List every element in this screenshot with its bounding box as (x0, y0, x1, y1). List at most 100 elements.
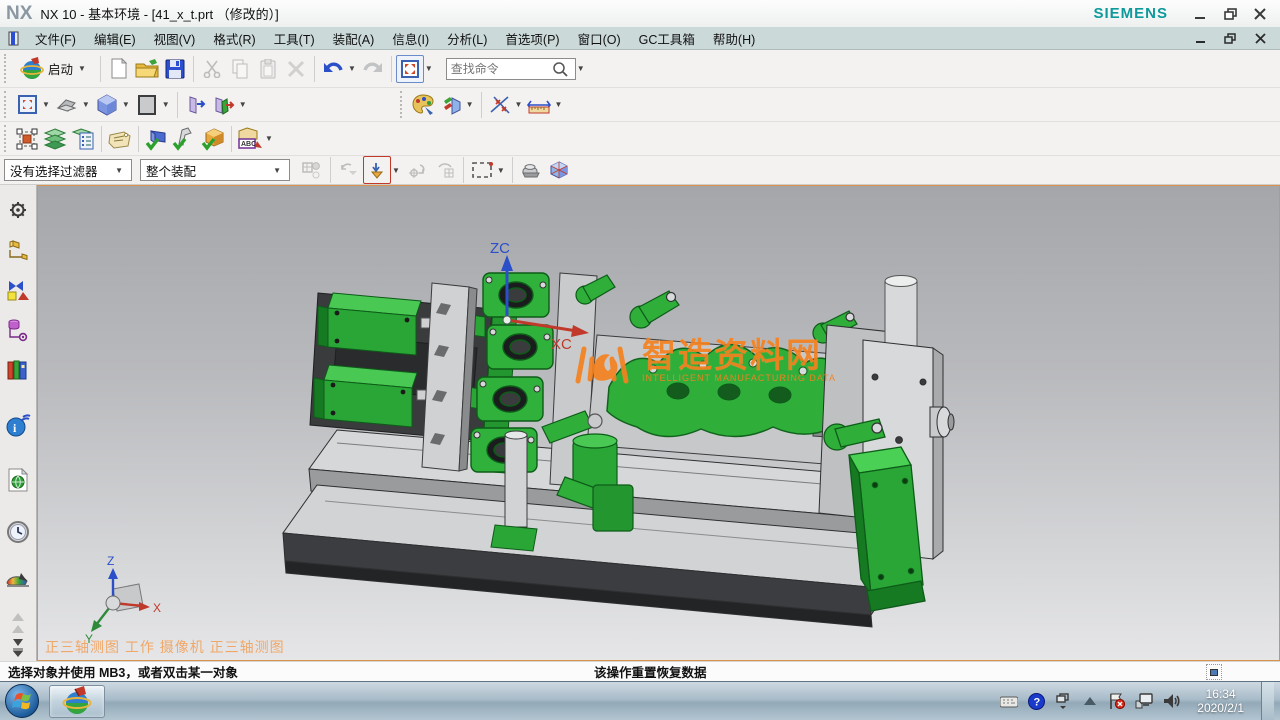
background-button[interactable] (133, 91, 161, 119)
check-block-button[interactable] (143, 125, 171, 153)
window-tray-icon[interactable] (1054, 692, 1072, 710)
internet-globe-icon[interactable]: i (3, 411, 33, 441)
background-dropdown-icon[interactable]: ▼ (162, 100, 170, 109)
render-style-button[interactable] (93, 91, 121, 119)
close-icon[interactable] (1252, 7, 1268, 21)
help-tray-icon[interactable]: ? (1027, 692, 1045, 710)
fit-view-button[interactable] (13, 91, 41, 119)
child-minimize-icon[interactable] (1192, 31, 1208, 45)
selection-filter-combo[interactable]: 没有选择过滤器▼ (4, 159, 132, 181)
toolbar-grip[interactable] (4, 91, 9, 117)
keyboard-tray-icon[interactable] (1000, 692, 1018, 710)
section-dropdown-icon[interactable]: ▼ (239, 100, 247, 109)
orient-view-dropdown-icon[interactable]: ▼ (82, 100, 90, 109)
menu-item-tools[interactable]: 工具(T) (265, 26, 324, 51)
scroll-down-icon[interactable] (3, 637, 33, 647)
annotation-button[interactable]: ABC (236, 125, 264, 153)
gear-icon[interactable] (3, 195, 33, 225)
action-center-flag-icon[interactable] (1108, 692, 1126, 710)
role-button[interactable] (409, 91, 437, 119)
marquee-dropdown-icon[interactable]: ▼ (497, 166, 505, 175)
move-component-button[interactable] (13, 125, 41, 153)
cube-select-button[interactable] (545, 156, 573, 184)
command-finder-input[interactable] (451, 62, 551, 76)
child-restore-icon[interactable] (1222, 31, 1238, 45)
start-button[interactable] (5, 684, 39, 718)
menu-item-help[interactable]: 帮助(H) (704, 26, 764, 51)
undo-dropdown-icon[interactable]: ▼ (348, 64, 356, 73)
show-desktop-button[interactable] (1261, 682, 1274, 720)
check-tool-button[interactable] (171, 125, 199, 153)
fit-view-dropdown-icon[interactable]: ▼ (42, 100, 50, 109)
true-shading-button[interactable] (437, 91, 465, 119)
layer-settings-button[interactable] (69, 125, 97, 153)
open-file-button[interactable] (133, 55, 161, 83)
restore-icon[interactable] (1222, 7, 1238, 21)
menu-item-format[interactable]: 格式(R) (204, 26, 264, 51)
note-button[interactable] (106, 125, 134, 153)
start-menu-button[interactable]: 启动 ▼ (13, 54, 96, 84)
constraint-navigator-icon[interactable] (3, 275, 33, 305)
app-icon (4, 28, 24, 48)
taskbar-clock[interactable]: 16:34 2020/2/1 (1189, 687, 1252, 715)
shading-dropdown-icon[interactable]: ▼ (466, 100, 474, 109)
history-clock-icon[interactable] (3, 517, 33, 547)
snap-dropdown-icon[interactable]: ▼ (515, 100, 523, 109)
clip-section-button[interactable] (182, 91, 210, 119)
save-button[interactable] (161, 55, 189, 83)
menu-item-analysis[interactable]: 分析(L) (438, 26, 496, 51)
copy-icon (231, 59, 249, 79)
child-close-icon[interactable] (1252, 31, 1268, 45)
web-browser-icon[interactable] (3, 465, 33, 495)
search-icon[interactable] (551, 61, 569, 77)
status-window-icon[interactable] (1206, 664, 1222, 680)
filter-highlight-button[interactable] (363, 156, 391, 184)
command-finder[interactable] (446, 58, 576, 80)
scroll-up2-icon[interactable] (3, 623, 33, 635)
undo-button[interactable] (319, 55, 347, 83)
new-file-button[interactable] (105, 55, 133, 83)
graphics-viewport[interactable]: ZC XC Z X Y (37, 185, 1280, 661)
search-dropdown-icon[interactable]: ▼ (577, 64, 585, 73)
snap-point-button[interactable] (486, 91, 514, 119)
filter-back-button (335, 156, 363, 184)
layer-stack-button[interactable] (41, 125, 69, 153)
window-fit-button[interactable] (396, 55, 424, 83)
marquee-select-button[interactable] (468, 156, 496, 184)
toolbar-grip[interactable] (4, 54, 9, 84)
menu-item-gc-toolbox[interactable]: GC工具箱 (630, 26, 704, 51)
toolbar-grip[interactable] (400, 91, 405, 117)
minimize-icon[interactable] (1192, 7, 1208, 21)
filter-drag-icon (435, 161, 455, 179)
menu-item-edit[interactable]: 编辑(E) (85, 26, 145, 51)
menu-item-information[interactable]: 信息(I) (383, 26, 438, 51)
window-fit-dropdown-icon[interactable]: ▼ (425, 64, 433, 73)
measure-button[interactable] (525, 91, 553, 119)
menu-item-file[interactable]: 文件(F) (26, 26, 85, 51)
scroll-down2-icon[interactable] (3, 647, 33, 657)
selection-scope-combo[interactable]: 整个装配▼ (140, 159, 290, 181)
taskbar-nx-button[interactable] (49, 685, 105, 718)
roles-palette-icon[interactable] (3, 565, 33, 595)
show-hidden-icons[interactable] (1081, 692, 1099, 710)
edit-section-button[interactable] (210, 91, 238, 119)
filter-dropdown-icon[interactable]: ▼ (392, 166, 400, 175)
orient-view-button[interactable] (53, 91, 81, 119)
assembly-navigator-icon[interactable] (3, 235, 33, 265)
measure-dropdown-icon[interactable]: ▼ (554, 100, 562, 109)
render-style-dropdown-icon[interactable]: ▼ (122, 100, 130, 109)
cap-button[interactable] (517, 156, 545, 184)
check-cube-button[interactable] (199, 125, 227, 153)
wcs-zc-label: ZC (490, 240, 510, 257)
menu-item-view[interactable]: 视图(V) (145, 26, 205, 51)
annotation-dropdown-icon[interactable]: ▼ (265, 134, 273, 143)
menu-item-window[interactable]: 窗口(O) (569, 26, 630, 51)
reuse-library-icon[interactable] (3, 355, 33, 385)
toolbar-grip[interactable] (4, 125, 9, 151)
volume-tray-icon[interactable] (1162, 692, 1180, 710)
part-navigator-icon[interactable] (3, 315, 33, 345)
scroll-up-icon[interactable] (3, 611, 33, 623)
network-tray-icon[interactable] (1135, 692, 1153, 710)
menu-item-preferences[interactable]: 首选项(P) (496, 26, 568, 51)
menu-item-assemblies[interactable]: 装配(A) (324, 26, 384, 51)
